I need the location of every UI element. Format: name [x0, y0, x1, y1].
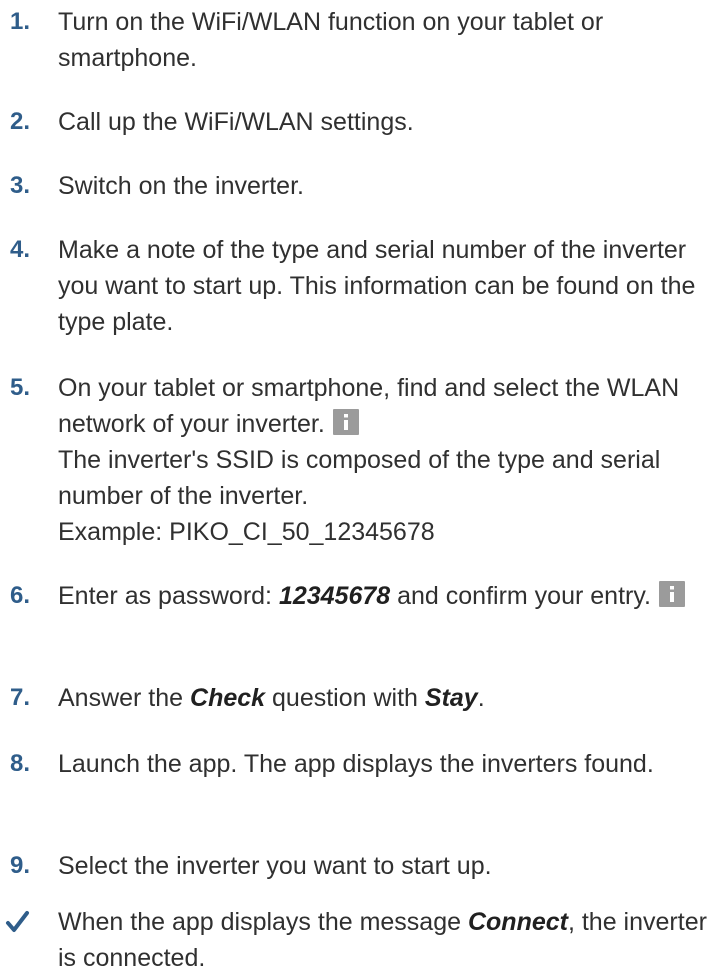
step-example-text: Example: PIKO_CI_50_12345678	[58, 518, 435, 546]
step-number: 1.	[10, 8, 31, 35]
step-text: On your tablet or smartphone, find and s…	[58, 370, 710, 550]
step-text: Make a note of the type and serial numbe…	[58, 236, 696, 336]
check-label: Check	[190, 684, 266, 712]
password-value: 12345678	[278, 582, 391, 610]
stay-label: Stay	[424, 684, 478, 712]
step-text: Answer the Check question with Stay.	[58, 680, 710, 716]
step-text: Call up the WiFi/WLAN settings.	[58, 108, 414, 136]
step-text-suffix: .	[477, 684, 485, 712]
step-number: 8.	[10, 750, 31, 777]
step-text: Enter as password: 12345678 and confirm …	[58, 578, 710, 614]
step-text: Switch on the inverter.	[58, 172, 304, 200]
step-text: Turn on the WiFi/WLAN function on your t…	[58, 8, 604, 72]
instruction-page: 1. Turn on the WiFi/WLAN function on you…	[0, 0, 722, 976]
info-icon[interactable]	[332, 409, 359, 435]
step-text: Launch the app. The app displays the inv…	[58, 750, 654, 778]
step-detail-text: The inverter's SSID is composed of the t…	[58, 446, 661, 510]
step-main-text: On your tablet or smartphone, find and s…	[58, 374, 680, 438]
step-number: 5.	[10, 374, 31, 401]
step-text-prefix: Enter as password:	[58, 582, 279, 610]
step-text: Select the inverter you want to start up…	[58, 852, 492, 880]
step-number: 7.	[10, 684, 31, 711]
step-text-middle: question with	[265, 684, 425, 712]
step-number: 6.	[10, 582, 31, 609]
connect-label: Connect	[467, 908, 568, 936]
step-number: 9.	[10, 852, 31, 879]
step-number: 2.	[10, 108, 31, 135]
checkmark-icon	[2, 904, 32, 942]
step-text-suffix: and confirm your entry.	[390, 582, 651, 610]
step-number: 3.	[10, 172, 31, 199]
result-text: When the app displays the message Connec…	[58, 904, 710, 976]
info-icon[interactable]	[658, 581, 685, 607]
step-text-prefix: Answer the	[58, 684, 191, 712]
result-text-prefix: When the app displays the message	[58, 908, 468, 936]
step-number: 4.	[10, 236, 31, 263]
